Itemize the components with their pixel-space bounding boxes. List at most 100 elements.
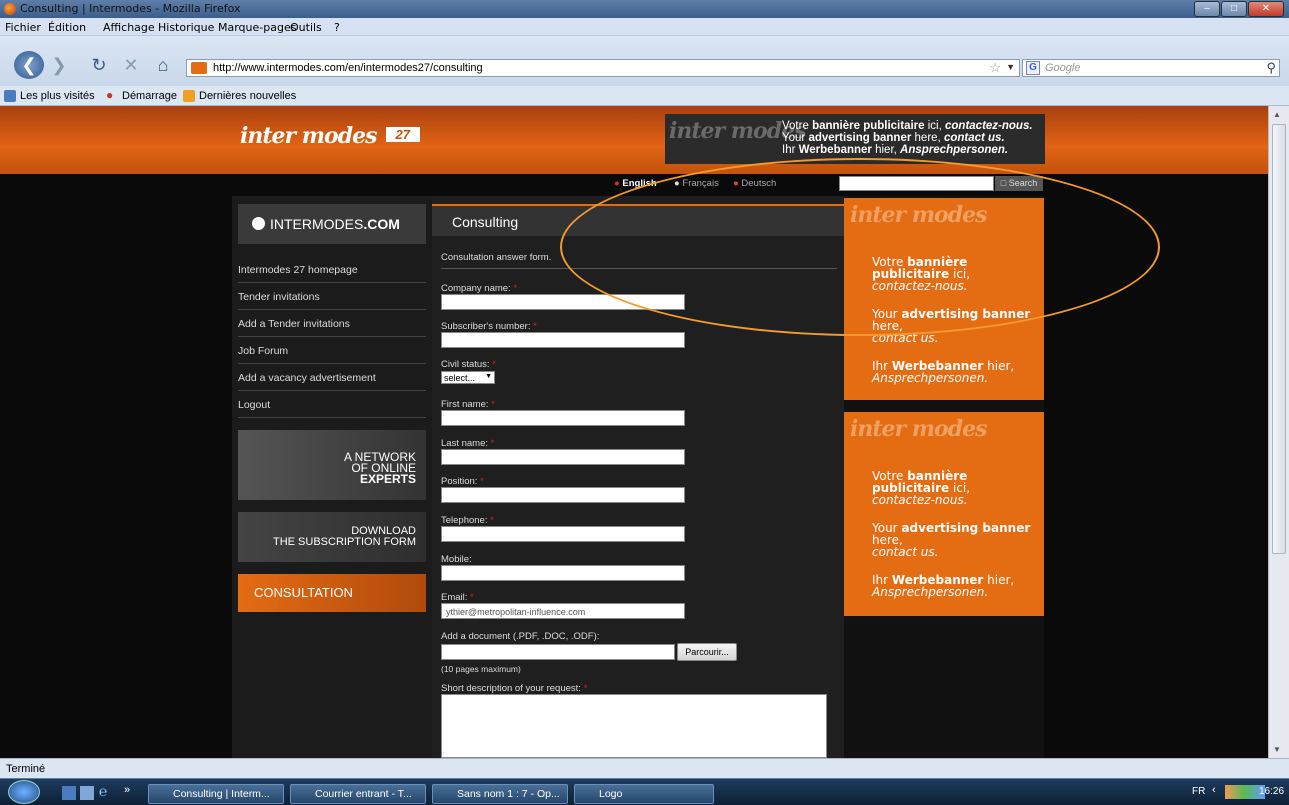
menu-outils[interactable]: Outils [290, 21, 322, 34]
promo-network[interactable]: A NETWORK OF ONLINE EXPERTS [238, 430, 426, 500]
search-box[interactable]: G Google ⚲ [1022, 59, 1280, 77]
nav-tender-invitations[interactable]: Tender invitations [238, 283, 426, 310]
mobile-input[interactable] [441, 565, 685, 581]
nav-homepage[interactable]: Intermodes 27 homepage [238, 256, 426, 283]
menu-historique[interactable]: Historique [158, 21, 214, 34]
email-input[interactable]: ythier@metropolitan-influence.com [441, 603, 685, 619]
quicklaunch-more-icon[interactable]: » [124, 784, 130, 796]
browse-button[interactable]: Parcourir... [677, 643, 737, 661]
last-name-label: Last name: * [441, 438, 495, 449]
ad2-logo: inter modes [850, 416, 987, 442]
reload-icon[interactable]: ↻ [86, 54, 112, 76]
lang-francais[interactable]: ● Français [674, 178, 719, 189]
nav-logout[interactable]: Logout [238, 391, 426, 418]
address-bar[interactable]: http://www.intermodes.com/en/intermodes2… [186, 59, 1020, 77]
window-titlebar[interactable]: Consulting | Intermodes - Mozilla Firefo… [0, 0, 1289, 18]
bookmark-star-icon[interactable]: ☆ [989, 60, 1001, 76]
position-input[interactable] [441, 487, 685, 503]
back-button[interactable]: ❮ [14, 51, 44, 79]
close-button[interactable]: ✕ [1248, 1, 1284, 17]
side-ad-2[interactable]: inter modes Votre bannière publicitaire … [844, 412, 1044, 616]
site-search-button[interactable]: □ Search [995, 176, 1043, 191]
subscriber-label: Subscriber's number: * [441, 321, 537, 332]
google-icon[interactable]: G [1026, 61, 1040, 75]
side-logo-icon [252, 217, 265, 230]
status-text: Terminé [6, 763, 46, 775]
top-ad-banner[interactable]: inter modes Votre bannière publicitaire … [665, 114, 1045, 164]
mobile-label: Mobile: [441, 554, 472, 565]
promo-network-text: A NETWORK OF ONLINE EXPERTS [343, 450, 416, 486]
subscriber-input[interactable] [441, 332, 685, 348]
pages-note: (10 pages maximum) [441, 664, 521, 674]
start-button[interactable] [8, 780, 40, 804]
side-logo[interactable]: INTERMODES.COM [238, 204, 426, 244]
promo-consultation[interactable]: CONSULTATION [238, 574, 426, 612]
input-language[interactable]: FR [1192, 786, 1205, 797]
nav-job-forum[interactable]: Job Forum [238, 337, 426, 364]
nav-add-vacancy[interactable]: Add a vacancy advertisement [238, 364, 426, 391]
banner-line-fr: Votre bannière publicitaire ici, contact… [782, 120, 1033, 132]
ad1-de: Ihr Werbebanner hier, Ansprechpersonen. [872, 359, 1015, 385]
task-mail[interactable]: Courrier entrant - T... [290, 784, 426, 804]
menu-fichier[interactable]: Fichier [5, 21, 41, 34]
stop-icon[interactable]: ✕ [118, 54, 144, 76]
document-label: Add a document (.PDF, .DOC, .ODF): [441, 631, 600, 642]
maximize-button[interactable]: □ [1221, 1, 1247, 17]
menu-edition[interactable]: Édition [48, 21, 86, 34]
side-ad-1[interactable]: inter modes Votre bannière publicitaire … [844, 198, 1044, 400]
description-label: Short description of your request: * [441, 683, 588, 694]
nav-add-tender[interactable]: Add a Tender invitations [238, 310, 426, 337]
task-openoffice[interactable]: Sans nom 1 : 7 - Op... [432, 784, 568, 804]
divider [441, 268, 837, 269]
fr-flag-icon: ● [674, 178, 680, 189]
menu-affichage[interactable]: Affichage [103, 21, 155, 34]
language-bar: ● English ● Français ● Deutsch □ Search [0, 174, 1268, 196]
switch-windows-icon[interactable] [80, 786, 94, 800]
telephone-input[interactable] [441, 526, 685, 542]
document-file-input[interactable] [441, 644, 675, 660]
bookmark-getting-started[interactable]: Démarrage [122, 90, 177, 102]
bookmark-latest-news[interactable]: Dernières nouvelles [199, 90, 296, 102]
clock[interactable]: 16:26 [1259, 786, 1284, 797]
tray-expand-icon[interactable]: ‹ [1212, 784, 1216, 796]
task-firefox[interactable]: Consulting | Interm... [148, 784, 284, 804]
menu-help[interactable]: ? [334, 21, 340, 34]
site-favicon-icon [191, 62, 207, 74]
bookmark-most-visited[interactable]: Les plus visités [20, 90, 95, 102]
site-logo[interactable]: inter modes 27 [240, 123, 421, 149]
description-textarea[interactable] [441, 694, 827, 758]
menu-marque-pages[interactable]: Marque-pages [218, 21, 296, 34]
company-input[interactable] [441, 294, 685, 310]
scroll-up-icon[interactable]: ▲ [1273, 110, 1281, 119]
lang-english[interactable]: ● English [614, 178, 657, 189]
scroll-thumb[interactable] [1272, 124, 1286, 554]
home-icon[interactable]: ⌂ [150, 54, 176, 76]
lang-deutsch[interactable]: ● Deutsch [733, 178, 776, 189]
minimize-button[interactable]: – [1194, 1, 1220, 17]
telephone-label: Telephone: * [441, 515, 494, 526]
forward-button[interactable]: ❯ [46, 54, 72, 76]
main-content: Consulting Consultation answer form. Com… [432, 196, 844, 758]
most-visited-icon [4, 90, 16, 102]
position-label: Position: * [441, 476, 484, 487]
show-desktop-icon[interactable] [62, 786, 76, 800]
promo-download[interactable]: DOWNLOAD THE SUBSCRIPTION FORM [238, 512, 426, 562]
site-logo-text: inter modes [240, 123, 377, 149]
civil-status-label: Civil status: * [441, 359, 496, 370]
scroll-down-icon[interactable]: ▼ [1273, 745, 1281, 754]
first-name-input[interactable] [441, 410, 685, 426]
page-title-bar: Consulting [432, 204, 844, 236]
promo-download-text: DOWNLOAD THE SUBSCRIPTION FORM [272, 525, 416, 548]
site-logo-badge: 27 [385, 127, 421, 142]
vertical-scrollbar[interactable]: ▲ ▼ [1268, 106, 1289, 758]
task-logo[interactable]: Logo [574, 784, 714, 804]
bookmarks-bar: Les plus visités ● Démarrage Dernières n… [0, 86, 1289, 106]
last-name-input[interactable] [441, 449, 685, 465]
civil-status-select[interactable]: select... ▼ [441, 371, 495, 384]
ie-icon[interactable]: ℮ [99, 783, 107, 799]
de-flag-icon: ● [733, 178, 739, 189]
company-label: Company name: * [441, 283, 518, 294]
url-dropdown-icon[interactable]: ▼ [1006, 62, 1015, 72]
site-search-input[interactable] [839, 176, 994, 191]
search-icon[interactable]: ⚲ [1266, 60, 1276, 76]
